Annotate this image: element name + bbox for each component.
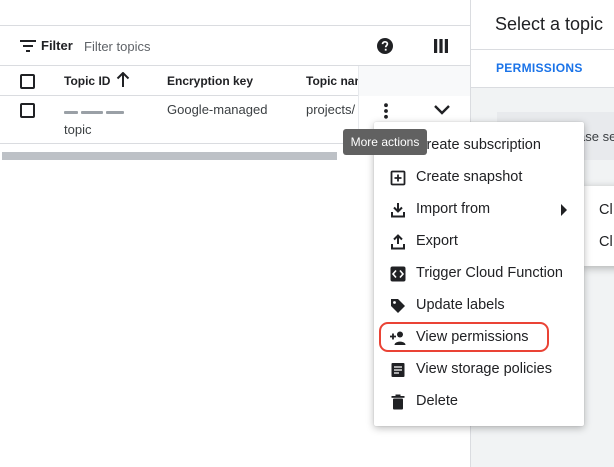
menu-item-export[interactable]: Export — [374, 226, 584, 258]
download-icon — [391, 203, 405, 218]
menu-item-update-labels[interactable]: Update labels — [374, 290, 584, 322]
more-actions-tooltip: More actions — [343, 129, 427, 155]
tab-permissions[interactable]: PERMISSIONS — [496, 61, 583, 75]
more-vert-icon[interactable] — [378, 103, 394, 119]
help-icon[interactable] — [376, 37, 394, 55]
column-display-icon[interactable] — [434, 39, 448, 53]
menu-item-label: View storage policies — [416, 361, 552, 377]
menu-item-import-from[interactable]: Import from — [374, 194, 584, 226]
menu-item-label: Create subscription — [416, 137, 541, 153]
caret-right-icon — [561, 204, 567, 216]
trash-icon — [391, 394, 405, 410]
upload-icon — [391, 234, 405, 250]
document-icon — [391, 363, 405, 377]
menu-item-create-snapshot[interactable]: Create snapshot — [374, 162, 584, 194]
column-header-topic-name[interactable]: Topic nam — [306, 74, 365, 88]
menu-item-label: Import from — [416, 201, 491, 217]
filter-label[interactable]: Filter — [41, 38, 73, 53]
top-strip — [0, 0, 470, 26]
person-add-icon — [390, 331, 406, 345]
select-all-checkbox[interactable] — [20, 74, 35, 89]
column-header-topic-id[interactable]: Topic ID — [64, 74, 110, 88]
encryption-key-cell: Google-managed — [167, 102, 268, 117]
column-header-encryption-key[interactable]: Encryption key — [167, 74, 253, 88]
chevron-down-icon[interactable] — [433, 103, 451, 117]
menu-item-delete[interactable]: Delete — [374, 386, 584, 418]
code-icon — [390, 266, 406, 282]
filter-bar: Filter — [0, 26, 470, 66]
filter-topics-input[interactable] — [84, 36, 334, 56]
label-tag-icon — [391, 299, 405, 313]
submenu-item[interactable]: Cl — [599, 202, 613, 218]
submenu-item[interactable]: Cl — [599, 234, 613, 250]
menu-item-label: Create snapshot — [416, 169, 523, 185]
more-actions-menu: Create subscription Create snapshot Impo… — [374, 122, 584, 426]
sticky-actions-header — [358, 66, 470, 96]
add-box-icon — [390, 170, 406, 186]
import-submenu: Cl Cl — [583, 186, 614, 266]
menu-item-trigger-cloud-function[interactable]: Trigger Cloud Function — [374, 258, 584, 290]
topic-name-cell: projects/ — [306, 102, 356, 117]
row-checkbox[interactable] — [20, 103, 35, 118]
menu-item-view-permissions[interactable]: View permissions — [374, 322, 584, 354]
menu-item-label: Update labels — [416, 297, 505, 313]
menu-item-label: Trigger Cloud Function — [416, 265, 563, 281]
topic-id-cell[interactable]: topic — [64, 122, 91, 137]
info-panel-header: Select a topic — [471, 0, 614, 50]
menu-item-label: Export — [416, 233, 458, 249]
redacted-topic-id — [64, 104, 134, 114]
sort-ascending-icon[interactable] — [116, 72, 130, 88]
scrollbar-thumb[interactable] — [2, 152, 337, 160]
filter-icon[interactable] — [20, 40, 36, 52]
menu-item-view-storage-policies[interactable]: View storage policies — [374, 354, 584, 386]
menu-item-label: Delete — [416, 393, 458, 409]
info-panel-title: Select a topic — [495, 14, 604, 34]
info-panel-tabs: PERMISSIONS — [471, 50, 614, 88]
menu-item-label: View permissions — [416, 329, 529, 345]
